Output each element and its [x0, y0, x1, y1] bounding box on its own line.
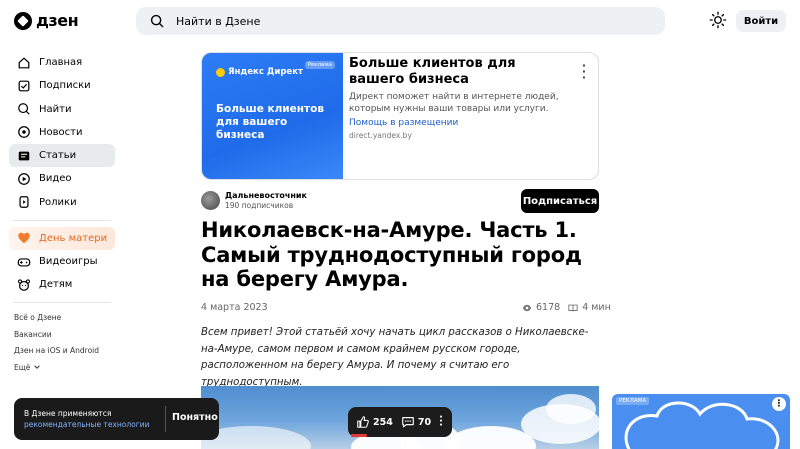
cookie-message: В Дзене применяются	[24, 409, 112, 418]
login-button[interactable]: Войти	[736, 10, 786, 32]
sidebar-item-label: Подписки	[39, 80, 91, 92]
page: дзен Найти в Дзене Войти Главная Подписк…	[0, 0, 800, 449]
search-icon	[150, 14, 164, 28]
logo-text: дзен	[36, 11, 79, 30]
like-indicator	[351, 434, 367, 437]
sidebar-item-label: Статьи	[39, 150, 77, 162]
more-options-icon[interactable]: · · ·	[582, 60, 586, 83]
yandex-direct-logo-icon	[216, 67, 225, 77]
cloud-shape	[546, 394, 596, 424]
article-date: 4 марта 2023	[201, 302, 268, 313]
sun-icon[interactable]	[709, 11, 727, 29]
views-count: 6178	[536, 302, 561, 313]
ad-body: Больше клиентов для вашего бизнеса Дирек…	[343, 53, 598, 179]
cookie-text: В Дзене применяются рекомендательные тех…	[24, 408, 164, 430]
ad-title[interactable]: Больше клиентов для вашего бизнеса	[349, 56, 559, 88]
ad-image-text: Больше клиентов для вашего бизнеса	[216, 103, 324, 141]
articles-icon	[18, 151, 30, 161]
heart-icon	[18, 233, 30, 244]
side-ad-badge: РЕКЛАМА	[616, 397, 650, 405]
kids-icon	[17, 279, 31, 291]
news-icon	[18, 126, 30, 139]
footer-link-about[interactable]: Всё о Дзене	[9, 309, 115, 326]
sidebar-item-label: Главная	[39, 57, 83, 68]
search-bar[interactable]: Найти в Дзене	[136, 7, 665, 35]
like-button[interactable]: 254	[356, 415, 393, 429]
cookie-accept-button[interactable]: Понятно	[172, 412, 218, 423]
home-icon	[18, 57, 30, 68]
sidebar-item-video[interactable]: Видео	[9, 167, 115, 190]
channel-subscribers: 190 подписчиков	[225, 201, 294, 210]
article-stats: 6178 4 мин	[522, 302, 611, 313]
sidebar-item-label: Ролики	[39, 196, 77, 208]
more-options-icon[interactable]: · · ·	[439, 413, 443, 431]
sidebar-item-mothers-day[interactable]: День матери	[9, 226, 115, 250]
ad-brand: Яндекс Директ	[216, 67, 303, 77]
divider	[13, 302, 111, 304]
more-options-icon[interactable]: ⋮	[772, 397, 786, 411]
side-ad[interactable]: РЕКЛАМА ⋮	[612, 394, 790, 449]
ad-description: Директ поможет найти в интернете людей, …	[349, 92, 559, 114]
subscriptions-icon	[18, 80, 30, 92]
footer-link-apps[interactable]: Дзен на iOS и Android	[9, 342, 115, 359]
footer-link-more[interactable]: Ещё	[9, 359, 115, 376]
sidebar-item-search[interactable]: Найти	[9, 98, 115, 121]
comment-icon	[402, 417, 414, 428]
sidebar-item-label: Новости	[39, 126, 83, 138]
sidebar: Главная Подписки Найти Новости Статьи Ви…	[9, 51, 115, 375]
eye-icon	[522, 304, 532, 311]
ad-brand-text: Яндекс Директ	[228, 67, 303, 77]
sidebar-item-home[interactable]: Главная	[9, 51, 115, 74]
sidebar-item-subscriptions[interactable]: Подписки	[9, 74, 115, 97]
read-time: 4 мин	[582, 302, 611, 313]
channel-info[interactable]: Дальневосточник 190 подписчиков	[201, 191, 307, 210]
likes-count: 254	[373, 416, 393, 428]
divider	[13, 219, 111, 221]
sidebar-item-articles[interactable]: Статьи	[9, 144, 115, 168]
article-action-bar: 254 70 · · ·	[348, 407, 452, 437]
article-title: Николаевск-на-Амуре. Часть 1. Самый труд…	[201, 218, 582, 291]
more-label: Ещё	[14, 362, 31, 372]
footer-link-jobs[interactable]: Вакансии	[9, 326, 115, 343]
sidebar-item-label: Видео	[39, 173, 72, 185]
zen-logo[interactable]: дзен	[14, 11, 79, 30]
sidebar-item-label: Детям	[39, 279, 73, 291]
avatar[interactable]	[201, 191, 220, 210]
video-icon	[18, 173, 30, 185]
sidebar-item-label: Видеоигры	[39, 256, 98, 268]
channel-name[interactable]: Дальневосточник	[225, 191, 307, 200]
cookie-link[interactable]: рекомендательные технологии	[24, 420, 149, 429]
book-icon	[568, 304, 578, 311]
cookie-banner: В Дзене применяются рекомендательные тех…	[14, 398, 219, 440]
ad-domain: direct.yandex.by	[349, 131, 412, 140]
comments-button[interactable]: 70	[401, 415, 431, 429]
ad-card[interactable]: Яндекс Директ Реклама Больше клиентов дл…	[201, 52, 599, 180]
sidebar-item-videogames[interactable]: Видеоигры	[9, 250, 115, 273]
sidebar-item-kids[interactable]: Детям	[9, 273, 115, 296]
chevron-down-icon	[34, 365, 41, 370]
ad-badge: Реклама	[304, 61, 335, 69]
sidebar-item-shorts[interactable]: Ролики	[9, 191, 115, 214]
divider	[165, 406, 166, 432]
search-icon	[18, 103, 30, 115]
ad-link[interactable]: Помощь в размещении	[349, 118, 590, 128]
shorts-icon	[19, 196, 29, 209]
gamepad-icon	[17, 257, 31, 267]
zen-logo-icon	[14, 11, 32, 30]
comments-count: 70	[417, 416, 432, 428]
subscribe-button[interactable]: Подписаться	[521, 189, 599, 213]
search-placeholder: Найти в Дзене	[176, 14, 261, 28]
thumbs-up-icon	[357, 416, 369, 428]
sidebar-item-news[interactable]: Новости	[9, 121, 115, 144]
sidebar-item-label: Найти	[39, 103, 72, 115]
ad-image: Яндекс Директ Реклама Больше клиентов дл…	[202, 53, 343, 179]
sidebar-item-label: День матери	[39, 232, 108, 244]
article-intro: Всем привет! Этой статьёй хочу начать ци…	[201, 327, 589, 388]
